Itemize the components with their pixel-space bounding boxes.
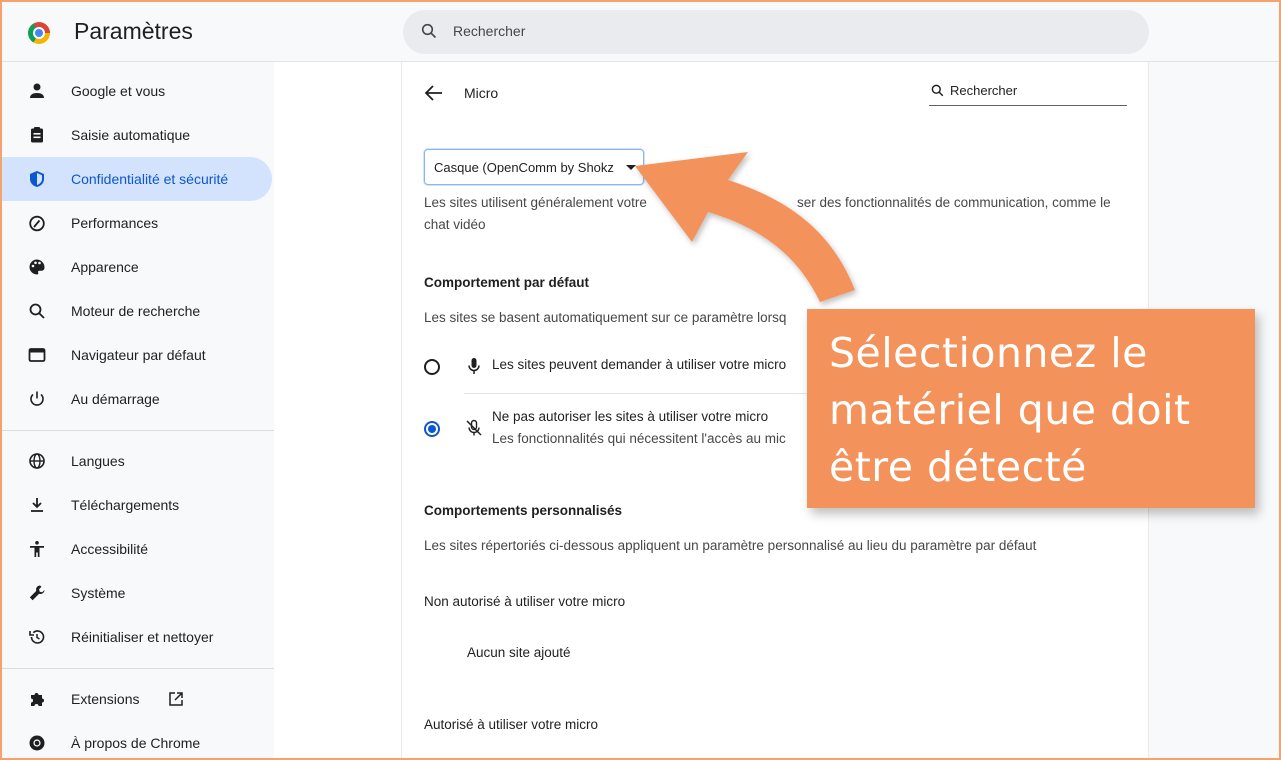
sidebar-item-label: Extensions (71, 691, 140, 707)
sidebar-item-label: Moteur de recherche (71, 303, 201, 319)
option-block-description: Les fonctionnalités qui nécessitent l'ac… (492, 431, 786, 446)
sidebar-item-label: Saisie automatique (71, 127, 191, 143)
description-line2: chat vidéo (424, 217, 486, 232)
clipboard-icon (31, 127, 43, 143)
sidebar-item-label: Réinitialiser et nettoyer (71, 629, 214, 645)
search-icon (421, 23, 437, 39)
shield-icon (30, 171, 44, 187)
accessibility-icon (30, 541, 44, 557)
callout-text: Sélectionnez le matériel que doit être d… (829, 325, 1249, 496)
sidebar-item-label: Confidentialité et sécurité (71, 171, 229, 187)
page-search-placeholder: Rechercher (950, 83, 1018, 98)
chrome-logo-icon (28, 22, 50, 44)
sidebar-item-langues[interactable]: Langues (2, 439, 272, 483)
browser-icon (28, 348, 46, 362)
annotation-arrow (635, 152, 855, 302)
sidebar-item-label: Téléchargements (71, 497, 180, 513)
custom-behaviors-description: Les sites répertoriés ci-dessous appliqu… (424, 538, 1037, 553)
blocked-list-label: Non autorisé à utiliser votre micro (424, 594, 626, 609)
download-icon (31, 498, 43, 512)
microphone-off-icon (466, 419, 482, 436)
sidebar-item-label: Au démarrage (71, 391, 160, 407)
option-block-label: Ne pas autoriser les sites à utiliser vo… (492, 409, 769, 424)
app-title: Paramètres (74, 18, 193, 44)
sidebar-item-label: Accessibilité (71, 541, 149, 557)
sidebar-item-label: Google et vous (71, 83, 166, 99)
sidebar-item-label: Apparence (71, 259, 139, 275)
power-icon (30, 391, 44, 406)
callout-line-2: matériel que doit (829, 386, 1191, 434)
sidebar-item-telechargements[interactable]: Téléchargements (2, 483, 272, 527)
sidebar-item-label: Performances (71, 215, 159, 231)
sidebar-item-moteur-de-recherche[interactable]: Moteur de recherche (2, 289, 272, 333)
sidebar-item-google-et-vous[interactable]: Google et vous (2, 69, 272, 113)
search-placeholder: Rechercher (453, 23, 526, 39)
sidebar-item-accessibilite[interactable]: Accessibilité (2, 527, 272, 571)
globe-icon (29, 453, 45, 469)
sidebar-item-apparence[interactable]: Apparence (2, 245, 272, 289)
default-behavior-heading: Comportement par défaut (424, 275, 590, 290)
sidebar-item-label: Système (71, 585, 126, 601)
puzzle-icon (31, 693, 44, 706)
page-title: Micro (464, 85, 499, 101)
search-icon (29, 303, 45, 319)
sidebar-item-au-demarrage[interactable]: Au démarrage (2, 377, 272, 421)
sidebar-item-confidentialite[interactable]: Confidentialité et sécurité (2, 157, 272, 201)
radio-allow-ask[interactable] (424, 359, 440, 375)
wrench-icon (29, 585, 45, 601)
sidebar-item-saisie-automatique[interactable]: Saisie automatique (2, 113, 272, 157)
sidebar-item-label: Navigateur par défaut (71, 347, 206, 363)
sidebar-item-reinitialiser[interactable]: Réinitialiser et nettoyer (2, 615, 272, 659)
search-icon (931, 84, 944, 97)
allowed-list-label: Autorisé à utiliser votre micro (424, 717, 599, 732)
sidebar-item-navigateur-par-defaut[interactable]: Navigateur par défaut (2, 333, 272, 377)
option-allow-ask-label: Les sites peuvent demander à utiliser vo… (492, 357, 787, 372)
description-start: Les sites utilisent généralement votre (424, 195, 647, 210)
palette-icon (29, 259, 45, 275)
top-bar: Paramètres Rechercher (2, 2, 1279, 62)
sidebar-item-performances[interactable]: Performances (2, 201, 272, 245)
custom-behaviors-heading: Comportements personnalisés (424, 503, 623, 518)
callout-box: Sélectionnez le matériel que doit être d… (807, 309, 1255, 508)
page-search-input[interactable]: Rechercher (929, 80, 1127, 106)
sidebar-divider (2, 668, 274, 669)
blocked-list-empty: Aucun site ajouté (467, 645, 571, 660)
back-arrow-icon[interactable] (422, 82, 446, 104)
restore-icon (29, 630, 45, 644)
person-icon (30, 83, 44, 98)
sidebar-item-a-propos[interactable]: À propos de Chrome (2, 721, 272, 760)
microphone-icon (468, 358, 480, 374)
sidebar-item-label: Langues (71, 453, 125, 469)
sidebar-item-label: À propos de Chrome (71, 735, 201, 751)
callout-line-3: être détecté (829, 443, 1087, 491)
sidebar-item-extensions[interactable]: Extensions (2, 677, 272, 721)
chrome-icon (29, 735, 45, 751)
external-link-icon (169, 692, 183, 706)
speedometer-icon (29, 215, 45, 232)
callout-line-1: Sélectionnez le (829, 329, 1148, 377)
radio-block[interactable] (424, 421, 440, 437)
search-bar[interactable]: Rechercher (403, 10, 1149, 54)
sidebar-item-systeme[interactable]: Système (2, 571, 272, 615)
device-select-value: Casque (OpenComm by Shokz (434, 160, 614, 175)
device-select[interactable]: Casque (OpenComm by Shokz (424, 149, 644, 185)
sidebar-divider (2, 430, 274, 431)
sidebar: Google et vous Saisie automatique Confid… (2, 62, 274, 758)
